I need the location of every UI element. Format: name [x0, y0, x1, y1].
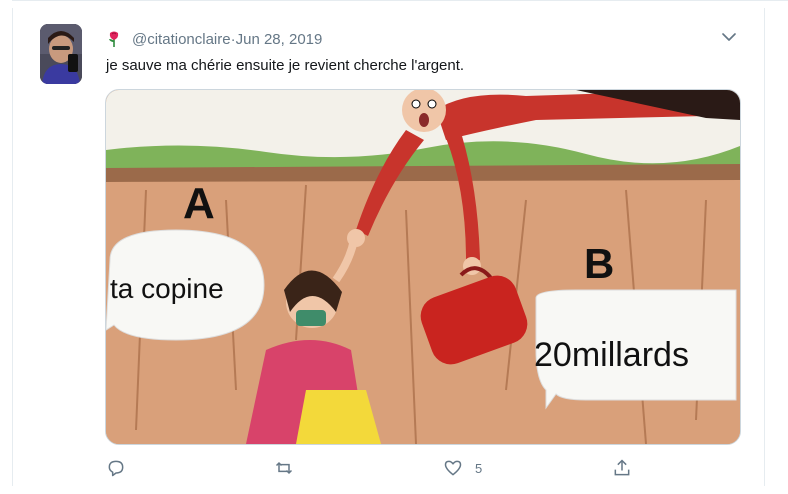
- tweet-date[interactable]: Jun 28, 2019: [236, 31, 323, 48]
- label-b: B: [584, 240, 614, 287]
- like-button[interactable]: 5: [443, 455, 482, 481]
- reply-button[interactable]: [106, 455, 126, 481]
- bubble-b-text: 20millards: [534, 336, 689, 374]
- like-count: 5: [475, 460, 483, 476]
- share-icon: [614, 459, 630, 476]
- top-divider: [12, 0, 788, 1]
- avatar[interactable]: [40, 24, 82, 84]
- heart-icon: [444, 460, 462, 476]
- tweet-actions: 5: [0, 455, 788, 485]
- tweet-media[interactable]: A B ta copine 20millards: [105, 89, 741, 445]
- avatar-photo: [40, 24, 82, 84]
- chevron-down-icon[interactable]: [720, 30, 738, 44]
- bubble-a-text: ta copine: [110, 273, 224, 304]
- rose-flower-icon: [109, 31, 119, 47]
- tweet-text: je sauve ma chérie ensuite je revient ch…: [106, 57, 465, 74]
- meme-image: A B ta copine 20millards: [106, 90, 740, 444]
- user-handle[interactable]: @citationclaire: [132, 31, 231, 48]
- retweet-button[interactable]: [274, 455, 294, 481]
- share-button[interactable]: [612, 455, 632, 481]
- label-a: A: [183, 179, 215, 228]
- reply-icon: [108, 460, 124, 477]
- retweet-icon: [275, 461, 293, 475]
- tweet-header: @citationclaire · Jun 28, 2019: [106, 30, 322, 48]
